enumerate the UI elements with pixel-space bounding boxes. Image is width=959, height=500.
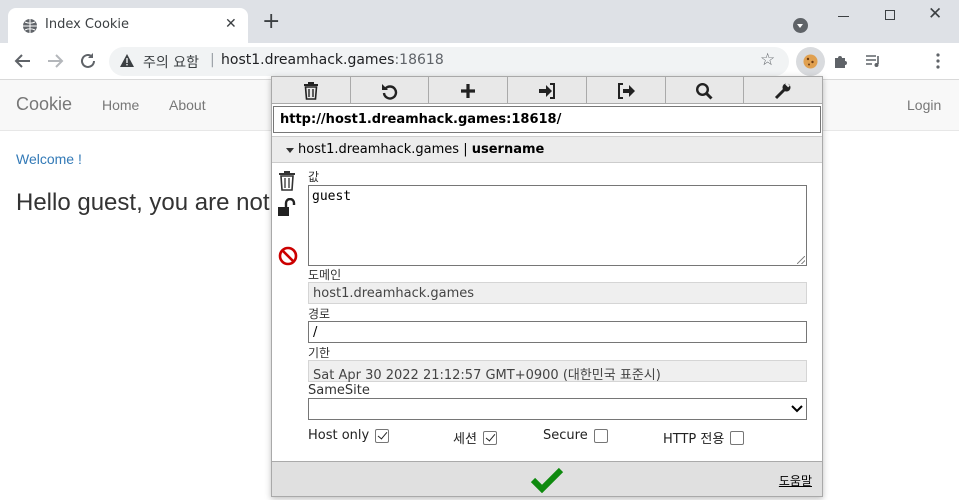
cookie-header[interactable]: host1.dreamhack.games | username [272, 136, 822, 163]
block-cookie-icon[interactable] [278, 246, 298, 266]
cookie-name-title: username [471, 142, 545, 157]
nav-login[interactable]: Login [907, 97, 941, 113]
browser-tabstrip: Index Cookie ✕ + ✕ [0, 0, 959, 43]
expiry-label: 기한 [308, 346, 331, 360]
collapse-triangle-icon[interactable] [286, 148, 294, 153]
host-only-box[interactable] [375, 428, 390, 443]
cookie-domain-title: host1.dreamhack.games [298, 142, 460, 157]
url-text[interactable]: host1.dreamhack.games:18618 [221, 52, 444, 68]
plus-icon [461, 83, 476, 98]
address-bar[interactable]: 주의 요함 | host1.dreamhack.games:18618 ☆ [109, 47, 789, 76]
minimize-icon[interactable] [838, 16, 849, 17]
undo-icon [381, 83, 397, 100]
delete-cookie-icon[interactable] [278, 171, 296, 191]
forward-arrow-icon[interactable] [44, 50, 66, 72]
secure-label: Secure [543, 428, 588, 443]
trash-icon [303, 81, 318, 100]
export-icon [617, 82, 635, 99]
options-button[interactable] [744, 77, 822, 104]
cookie-editor-extension-button[interactable] [796, 47, 825, 76]
add-cookie-button[interactable] [429, 77, 509, 104]
import-icon [539, 82, 556, 99]
host-only-checkbox[interactable]: Host only [308, 428, 390, 443]
cookie-value-textarea[interactable]: guest [308, 185, 807, 266]
cookie-editor-popup: http://host1.dreamhack.games:18618/ host… [271, 76, 823, 497]
more-menu-icon[interactable] [929, 52, 947, 70]
site-brand[interactable]: Cookie [16, 94, 72, 115]
globe-icon [23, 19, 37, 33]
http-only-checkbox[interactable]: HTTP 전용 [663, 428, 745, 447]
url-port: :18618 [394, 52, 444, 68]
path-field[interactable]: / [308, 321, 807, 343]
cookie-icon [803, 54, 818, 69]
path-label: 경로 [308, 307, 331, 321]
wrench-icon [775, 82, 791, 99]
popup-toolbar [272, 77, 822, 104]
http-only-label: HTTP 전용 [663, 432, 725, 447]
search-icon [696, 82, 714, 100]
reload-icon[interactable] [77, 50, 99, 72]
omnibox-separator: | [210, 52, 215, 68]
window-close-icon[interactable]: ✕ [928, 4, 942, 24]
save-checkmark-icon[interactable] [530, 467, 564, 493]
maximize-icon[interactable] [885, 10, 895, 20]
tab-title: Index Cookie [45, 17, 130, 32]
cookie-value-text: guest [312, 189, 352, 204]
cookie-title-separator: | [463, 142, 468, 157]
reset-button[interactable] [351, 77, 430, 104]
delete-all-button[interactable] [272, 77, 351, 104]
browser-tab[interactable]: Index Cookie ✕ [8, 8, 248, 43]
session-checkbox[interactable]: 세션 [453, 428, 497, 447]
host-only-label: Host only [308, 428, 370, 443]
tab-search-icon[interactable] [793, 18, 808, 33]
domain-label: 도메인 [308, 268, 342, 282]
secure-checkbox[interactable]: Secure [543, 428, 608, 443]
url-host: host1.dreamhack.games [221, 52, 395, 68]
expiry-field: Sat Apr 30 2022 21:12:57 GMT+0900 (대한민국 … [308, 360, 807, 383]
search-button[interactable] [666, 77, 745, 104]
popup-footer: 도움말 [272, 461, 822, 496]
warning-triangle-icon[interactable] [119, 53, 135, 69]
nav-home[interactable]: Home [102, 97, 139, 113]
secure-box[interactable] [593, 428, 608, 443]
new-tab-icon[interactable]: + [262, 11, 280, 33]
unlocked-padlock-icon[interactable] [278, 198, 298, 218]
session-box[interactable] [482, 430, 497, 445]
help-link[interactable]: 도움말 [779, 472, 812, 489]
hello-heading: Hello guest, you are not [16, 189, 270, 216]
chevron-down-icon [791, 405, 803, 413]
samesite-label: SameSite [308, 383, 370, 398]
session-label: 세션 [453, 432, 477, 447]
tab-close-icon[interactable]: ✕ [225, 16, 237, 32]
domain-field: host1.dreamhack.games [308, 282, 807, 304]
value-label: 값 [308, 170, 320, 184]
security-warning-text: 주의 요함 [143, 55, 199, 71]
export-button[interactable] [587, 77, 666, 104]
samesite-select[interactable] [308, 398, 807, 420]
resize-grip-icon[interactable] [797, 256, 805, 264]
browser-toolbar: 주의 요함 | host1.dreamhack.games:18618 ☆ [0, 43, 959, 80]
bookmark-star-icon[interactable]: ☆ [760, 50, 775, 70]
import-button[interactable] [508, 77, 587, 104]
back-arrow-icon[interactable] [12, 50, 34, 72]
nav-about[interactable]: About [169, 97, 206, 113]
media-queue-icon[interactable] [864, 52, 882, 70]
welcome-text: Welcome ! [16, 151, 82, 167]
popup-url-field[interactable]: http://host1.dreamhack.games:18618/ [273, 106, 821, 133]
extensions-puzzle-icon[interactable] [832, 52, 850, 70]
http-only-box[interactable] [730, 430, 745, 445]
